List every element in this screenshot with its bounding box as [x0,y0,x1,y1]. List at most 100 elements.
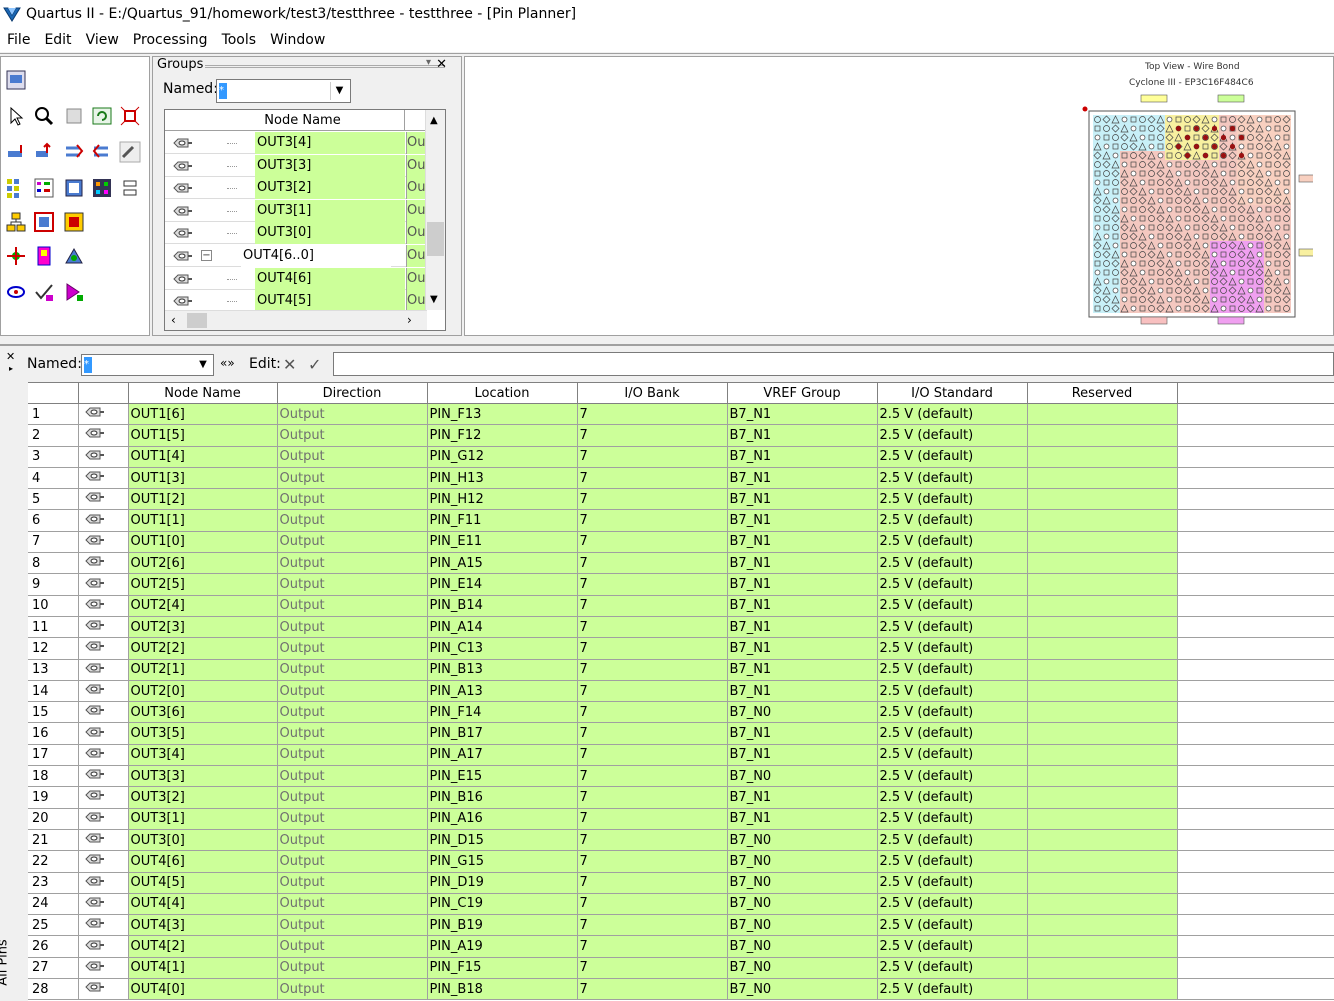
pin-site[interactable] [1183,304,1192,313]
location-cell[interactable]: PIN_E14 [427,573,578,596]
location-cell[interactable]: PIN_F11 [427,509,578,532]
pin-site[interactable] [1156,277,1165,286]
table-row[interactable]: 25 OUT4[3] Output PIN_B19 7 B7_N0 2.5 V (defau… [28,914,1334,937]
node-name-cell[interactable]: OUT1[4] [128,446,278,468]
location-cell[interactable]: PIN_E15 [427,765,578,788]
table-row[interactable]: 21 OUT3[0] Output PIN_D15 7 B7_N0 2.5 V (defau… [28,829,1334,852]
groups-tree-row[interactable]: OUT3[0] Ou [165,222,427,245]
node-name-header[interactable]: Node Name [128,382,278,404]
pin-site[interactable] [1111,187,1120,196]
io-bank-cell[interactable]: 7 [577,765,728,788]
clock-region-icon[interactable] [33,245,55,267]
direction-cell[interactable]: Output [277,552,428,575]
groups-tree-row[interactable]: OUT4[5] Ou [165,290,427,313]
io-bank-cell[interactable]: 7 [577,509,728,532]
refresh-icon[interactable] [91,105,113,127]
table-row[interactable]: 27 OUT4[1] Output PIN_F15 7 B7_N0 2.5 V (defau… [28,957,1334,980]
partition-icon[interactable] [63,211,85,233]
io-standard-cell[interactable]: 2.5 V (default) [877,637,1028,660]
io-bank-cell[interactable]: 7 [577,893,728,916]
menu-window[interactable]: Window [263,32,332,48]
node-name-cell[interactable]: OUT1[5] [128,424,278,447]
direction-cell[interactable]: Output [277,808,428,830]
direction-cell[interactable]: Output [277,978,428,1001]
network-icon[interactable] [5,245,27,267]
pin-site[interactable] [1237,178,1246,187]
diff-pin-icon[interactable] [33,141,55,163]
direction-cell[interactable]: Output [277,573,428,596]
table-row[interactable]: 24 OUT4[4] Output PIN_C19 7 B7_N0 2.5 V (defau… [28,893,1334,916]
pin-site[interactable] [1165,286,1174,295]
io-bank-cell[interactable]: 7 [577,978,728,1001]
pin-site[interactable] [1129,160,1138,169]
io-bank-cell[interactable]: 7 [577,786,728,809]
pin-site[interactable] [1273,304,1282,313]
node-name-cell[interactable]: OUT4[1] [128,957,278,980]
pin-site[interactable] [1264,115,1273,124]
reserved-cell[interactable] [1027,467,1178,490]
pin-migration-icon[interactable] [63,245,85,267]
pin-site[interactable] [1120,196,1129,205]
io-standard-cell[interactable]: 2.5 V (default) [877,744,1028,767]
io-standard-cell[interactable]: 2.5 V (default) [877,872,1028,894]
node-name-cell[interactable]: OUT1[6] [128,403,278,426]
io-bank-header[interactable]: I/O Bank [577,382,728,404]
direction-cell[interactable]: Output [277,786,428,809]
io-bank-cell[interactable]: 7 [577,744,728,767]
node-name-cell[interactable]: OUT2[2] [128,637,278,660]
reserved-cell[interactable] [1027,637,1178,660]
io-bank-cell[interactable]: 7 [577,616,728,639]
io-bank-cell[interactable]: 7 [577,552,728,575]
node-name-cell[interactable]: OUT2[3] [128,616,278,639]
io-standard-cell[interactable]: 2.5 V (default) [877,808,1028,830]
pin-site[interactable] [1111,232,1120,241]
pin-site[interactable] [1273,214,1282,223]
direction-cell[interactable]: Output [277,403,428,426]
pin-site[interactable] [1192,133,1201,142]
check-io-icon[interactable] [33,281,55,303]
groups-tree-row[interactable]: OUT3[2] Ou [165,177,427,200]
pin-site[interactable] [1246,142,1255,151]
reserved-cell[interactable] [1027,488,1178,511]
reserved-cell[interactable] [1027,872,1178,894]
toggle-io-icon[interactable] [5,281,27,303]
vref-group-cell[interactable]: B7_N1 [727,509,878,532]
pin-in-icon[interactable] [63,141,85,163]
pin-site[interactable] [1138,169,1147,178]
pin-site[interactable] [1237,223,1246,232]
reserved-cell[interactable] [1027,744,1178,767]
io-bank-cell[interactable]: 7 [577,595,728,617]
accept-edit-icon[interactable]: ✓ [308,355,321,374]
pin-site[interactable] [1219,115,1228,124]
pin-site[interactable] [1120,286,1129,295]
vref-group-cell[interactable]: B7_N0 [727,957,878,980]
io-bank-cell[interactable]: 7 [577,850,728,873]
pin-site[interactable] [1174,250,1183,259]
location-cell[interactable]: PIN_A19 [427,935,578,958]
collapse-icon[interactable]: − [201,250,212,261]
groups-horizontal-scrollbar[interactable]: ‹ › [165,310,427,330]
location-cell[interactable]: PIN_C13 [427,637,578,660]
io-bank-cell[interactable]: 7 [577,935,728,958]
location-cell[interactable]: PIN_H12 [427,488,578,511]
table-row[interactable]: 22 OUT4[6] Output PIN_G15 7 B7_N0 2.5 V (defau… [28,850,1334,873]
io-bank-cell[interactable]: 7 [577,403,728,426]
vref-group-cell[interactable]: B7_N1 [727,573,878,596]
reserved-cell[interactable] [1027,531,1178,554]
pin-site[interactable] [1102,133,1111,142]
location-cell[interactable]: PIN_B18 [427,978,578,1001]
node-name-cell[interactable]: OUT4[5] [128,872,278,894]
pin-site[interactable] [1264,205,1273,214]
pin-site[interactable] [1282,268,1291,277]
table-row[interactable]: 2 OUT1[5] Output PIN_F12 7 B7_N1 2.5 V (defaul… [28,424,1334,447]
pin-site[interactable] [1183,169,1192,178]
pin-site[interactable] [1183,214,1192,223]
groups-tree-row[interactable]: OUT4[6] Ou [165,267,427,290]
reserved-cell[interactable] [1027,424,1178,447]
direction-cell[interactable]: Output [277,957,428,980]
direction-cell[interactable]: Output [277,872,428,894]
direction-cell[interactable]: Output [277,744,428,767]
pin-site[interactable] [1228,214,1237,223]
scroll-right-icon[interactable]: › [407,313,412,327]
package-view-icon[interactable] [63,177,85,199]
